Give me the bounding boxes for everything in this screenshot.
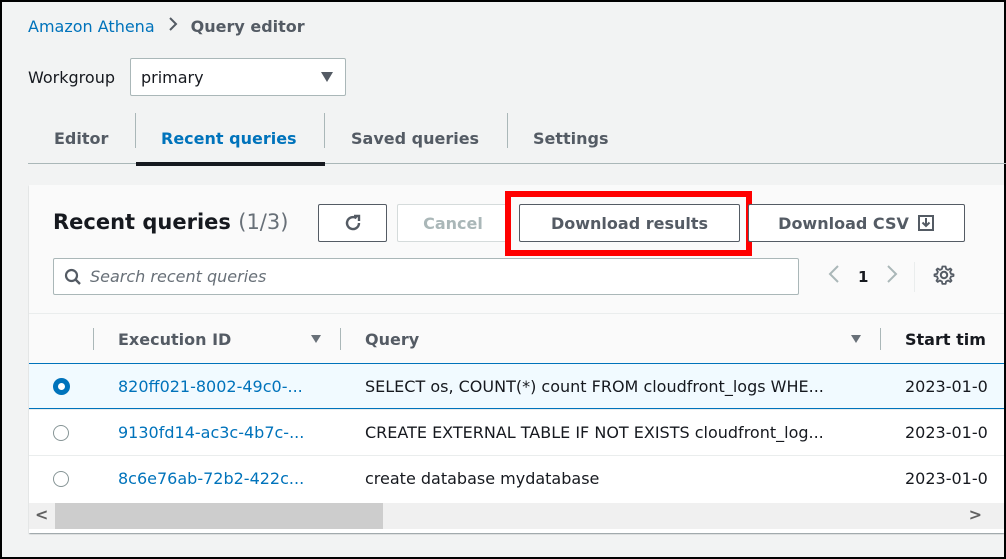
tab-settings[interactable]: Settings: [508, 112, 638, 164]
tab-label: Recent queries: [161, 128, 297, 148]
gear-icon[interactable]: [933, 264, 955, 290]
current-page[interactable]: 1: [858, 268, 868, 286]
column-divider[interactable]: [880, 328, 881, 350]
row-radio[interactable]: [53, 377, 70, 395]
download-icon: [917, 215, 934, 231]
sort-icon[interactable]: [311, 335, 321, 343]
column-divider[interactable]: [340, 328, 341, 350]
table-row[interactable]: 9130fd14-ac3c-4b7c-... CREATE EXTERNAL T…: [29, 409, 1004, 455]
cancel-button[interactable]: Cancel: [397, 204, 509, 242]
execution-id-link[interactable]: 820ff021-8002-49c0-...: [118, 364, 303, 408]
execution-id-link[interactable]: 9130fd14-ac3c-4b7c-...: [118, 410, 304, 455]
pagination: 1: [824, 262, 955, 292]
table-row[interactable]: 8c6e76ab-72b2-422c... create database my…: [29, 455, 1004, 501]
search-input[interactable]: [90, 267, 770, 286]
tab-saved-queries[interactable]: Saved queries: [325, 112, 508, 164]
panel-header: Recent queries (1/3) Cancel Download res…: [29, 185, 1004, 313]
scrollbar-thumb[interactable]: [55, 503, 383, 529]
table-header: Execution ID Query Start tim: [29, 313, 1004, 363]
panel-title: Recent queries (1/3): [53, 210, 288, 234]
sort-icon[interactable]: [851, 335, 861, 343]
caret-down-icon: [320, 72, 333, 82]
workgroup-selector: Workgroup primary: [28, 58, 346, 96]
query-text: SELECT os, COUNT(*) count FROM cloudfron…: [365, 376, 824, 396]
refresh-button[interactable]: [318, 204, 387, 242]
recent-queries-panel: Recent queries (1/3) Cancel Download res…: [29, 185, 1004, 533]
tab-label: Settings: [533, 128, 609, 148]
column-divider: [93, 328, 94, 350]
breadcrumb: Amazon Athena Query editor: [28, 16, 305, 37]
execution-id-link[interactable]: 8c6e76ab-72b2-422c...: [118, 456, 304, 501]
radio-cell: [53, 456, 69, 501]
start-time: 2023-01-0: [905, 423, 988, 442]
scroll-left-icon[interactable]: <: [35, 505, 48, 524]
breadcrumb-amazon-athena[interactable]: Amazon Athena: [28, 17, 155, 36]
column-label: Query: [365, 329, 420, 349]
radio-cell: [53, 410, 69, 455]
column-label: Start tim: [905, 329, 986, 349]
query-count: (1/3): [238, 210, 289, 234]
workgroup-value: primary: [140, 67, 204, 87]
breadcrumb-current: Query editor: [190, 17, 305, 36]
tab-bar: Editor Recent queries Saved queries Sett…: [28, 112, 1006, 166]
chevron-right-icon: [168, 16, 178, 37]
refresh-icon: [345, 214, 360, 231]
row-radio[interactable]: [53, 424, 69, 441]
tab-label: Saved queries: [351, 128, 480, 148]
horizontal-scrollbar[interactable]: < >: [29, 503, 1004, 529]
next-page-icon[interactable]: [882, 264, 902, 290]
download-csv-label: Download CSV: [778, 213, 909, 233]
download-csv-button[interactable]: Download CSV: [748, 204, 965, 242]
table-row[interactable]: 820ff021-8002-49c0-... SELECT os, COUNT(…: [29, 363, 1004, 409]
pager-divider: [914, 262, 916, 292]
tab-label: Editor: [54, 128, 109, 148]
start-time: 2023-01-0: [905, 469, 988, 488]
column-execution-id[interactable]: Execution ID: [118, 314, 338, 364]
query-text: CREATE EXTERNAL TABLE IF NOT EXISTS clou…: [365, 423, 824, 442]
row-radio[interactable]: [53, 470, 69, 487]
tab-recent-queries[interactable]: Recent queries: [136, 112, 325, 166]
search-icon: [64, 268, 81, 285]
workgroup-select[interactable]: primary: [129, 58, 346, 96]
column-label: Execution ID: [118, 329, 232, 349]
scroll-right-icon[interactable]: >: [969, 505, 982, 524]
column-start-time[interactable]: Start tim: [905, 314, 986, 364]
tab-editor[interactable]: Editor: [28, 112, 136, 164]
search-field[interactable]: [53, 258, 799, 295]
column-query[interactable]: Query: [365, 314, 865, 364]
highlight-box: [505, 191, 752, 256]
queries-table: Execution ID Query Start tim 820ff021-80…: [29, 313, 1004, 501]
prev-page-icon[interactable]: [824, 264, 844, 290]
panel-title-text: Recent queries: [53, 210, 231, 234]
query-text: create database mydatabase: [365, 469, 600, 488]
workgroup-label: Workgroup: [28, 67, 115, 87]
start-time: 2023-01-0: [905, 376, 988, 396]
radio-cell: [53, 364, 70, 408]
